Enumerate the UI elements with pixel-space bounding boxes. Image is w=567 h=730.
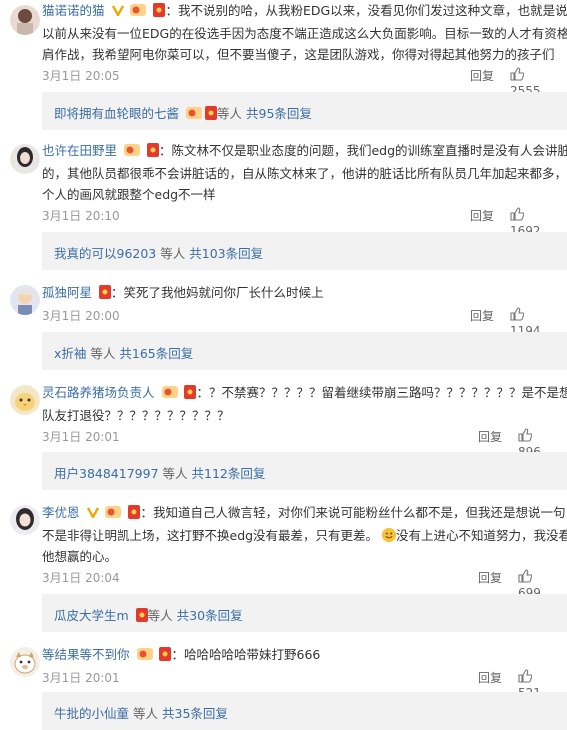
comment-text: ：笑死了我他妈就问你厂长什么时候上 [111,285,324,300]
etc-label: 等人 [90,346,116,361]
username-link[interactable]: 灵石路养猪场负责人 [42,385,155,400]
reply-button[interactable]: 回复 [470,307,494,324]
comment-item: 灵石路养猪场负责人 ：？不禁赛？？？？？留着继续带崩三路吗？？？？？？？是不是想… [0,382,567,459]
username-link[interactable]: 等结果等不到你 [42,647,130,662]
comment-text: 肩作战，我希望阿电你菜可以，但不要当傻子，这是团队游戏，你得对得起其他努力的孩子… [42,47,555,62]
comment-text: 的，其他队员都很乖不会讲脏话的，自从陈文林来了，他讲的脏话比所有队员几年加起来都… [42,166,567,181]
comment-time: 3月1日 20:10 [42,209,120,223]
sub-replies-bar[interactable]: 牛批的小仙童 等人 共35条回复 [42,692,567,730]
avatar[interactable] [10,285,40,315]
comment-text: ：我不说别的哈，从我粉EDG以来，没看见你们发过这种文章，也就是说， [165,3,567,18]
sub-replies-bar[interactable]: x折袖 等人 共165条回复 [42,332,567,370]
comment-text: 以前从来没有一位EDG的在役选手因为态度不端正造成这么大负面影响。目标一致的人才… [42,26,567,41]
avatar[interactable] [10,385,40,415]
comment-time: 3月1日 20:00 [42,309,120,323]
sub-replies-bar[interactable]: 用户3848417997 等人 共112条回复 [42,452,567,490]
comment-text: ：陈文林不仅是职业态度的问题，我们edg的训练室直播时是没有人会讲脏话 [158,143,567,158]
fan-badge-icon [105,504,122,525]
sub-reply-count[interactable]: 共95条回复 [246,106,312,121]
comment-text: ：？不禁赛？？？？？留着继续带崩三路吗？？？？？？？是不是想把 [196,385,567,400]
etc-label: 等人 [147,608,173,623]
username-link[interactable]: 孤独阿星 [42,285,92,300]
avatar[interactable] [10,505,40,535]
sub-replies-bar[interactable]: 瓜皮大学生m 等人 共30条回复 [42,594,567,632]
red-envelope-icon [99,284,111,305]
sub-replies-bar[interactable]: 即将拥有血轮眼的七酱 等人 共95条回复 [42,92,567,130]
comment-text: 没有上进心不知道努力，我没看到 [396,528,567,543]
comment-item: 孤独阿星 ：笑死了我他妈就问你厂长什么时候上 3月1日 20:00 回复 119… [0,282,567,338]
etc-label: 等人 [217,106,243,121]
reply-button[interactable]: 回复 [478,569,502,586]
reply-button[interactable]: 回复 [470,67,494,84]
comment-item: 猫诺诺的猫 ：我不说别的哈，从我粉EDG以来，没看见你们发过这种文章，也就是说，… [0,0,567,98]
red-envelope-icon [153,2,166,23]
sub-reply-count[interactable]: 共112条回复 [192,466,266,481]
sub-reply-count[interactable]: 共30条回复 [177,608,243,623]
comment-text: 他想赢的心。 [42,549,118,564]
red-envelope-icon [146,142,159,163]
sub-reply-user[interactable]: 即将拥有血轮眼的七酱 [54,106,179,121]
reply-button[interactable]: 回复 [470,207,494,224]
reply-button[interactable]: 回复 [478,428,502,445]
thumbs-up-icon [518,669,533,686]
red-envelope-icon [128,504,141,525]
comment-text: 队友打退役？？？？？？？？？？ [42,408,230,423]
comment-text: 不是非得让明凯上场，这打野不换edg没有最差，只有更差。 [42,528,379,543]
red-envelope-icon [184,384,197,405]
fan-badge-icon [186,106,202,123]
sub-reply-count[interactable]: 共165条回复 [119,346,193,361]
verified-v-icon [111,1,124,18]
comment-item: 李优恩 ：我知道自己人微言轻，对你们来说可能粉丝什么都不是，但我还是想说一句，我… [0,502,567,600]
fan-badge-icon [136,646,153,667]
thumbs-up-icon [510,67,525,84]
sub-replies-bar[interactable]: 我真的可以96203 等人 共103条回复 [42,232,567,270]
username-link[interactable]: 李优恩 [42,505,80,520]
sub-reply-count[interactable]: 共35条回复 [162,706,228,721]
avatar[interactable] [10,5,40,35]
thumbs-up-icon [518,569,533,586]
reply-button[interactable]: 回复 [478,669,502,686]
fan-badge-icon [130,2,147,23]
smile-emoji-icon [382,528,397,542]
thumbs-up-icon [510,207,525,224]
sub-reply-count[interactable]: 共103条回复 [189,246,263,261]
sub-reply-user[interactable]: 用户3848417997 [54,466,159,481]
comment-time: 3月1日 20:04 [42,571,120,585]
thumbs-up-icon [510,307,525,324]
etc-label: 等人 [133,706,159,721]
comment-time: 3月1日 20:01 [42,430,120,444]
red-envelope-icon [159,646,172,667]
avatar[interactable] [10,144,40,174]
sub-reply-user[interactable]: 瓜皮大学生m [54,608,129,623]
sub-reply-user[interactable]: x折袖 [54,346,86,361]
comment-item: 等结果等不到你 ：哈哈哈哈哈带妹打野666 3月1日 20:01 回复 521 [0,644,567,700]
avatar[interactable] [10,647,40,677]
sub-reply-user[interactable]: 我真的可以96203 [54,246,156,261]
red-envelope-icon [205,106,217,123]
red-envelope-icon [135,608,148,625]
thumbs-up-icon [518,428,533,445]
comment-text: ：哈哈哈哈哈带妹打野666 [171,647,321,662]
etc-label: 等人 [162,466,188,481]
username-link[interactable]: 也许在田野里 [42,143,117,158]
etc-label: 等人 [160,246,186,261]
username-link[interactable]: 猫诺诺的猫 [42,3,105,18]
comment-time: 3月1日 20:05 [42,69,120,83]
fan-badge-icon [161,384,178,405]
comment-time: 3月1日 20:01 [42,671,120,685]
sub-reply-user[interactable]: 牛批的小仙童 [54,706,129,721]
verified-v-icon [86,503,99,520]
comment-text: ：我知道自己人微言轻，对你们来说可能粉丝什么都不是，但我还是想说一句，我 [140,505,567,520]
comment-item: 也许在田野里 ：陈文林不仅是职业态度的问题，我们edg的训练室直播时是没有人会讲… [0,140,567,238]
comment-text: 个人的画风就跟整个edg不一样 [42,187,216,202]
fan-badge-icon [124,142,140,163]
